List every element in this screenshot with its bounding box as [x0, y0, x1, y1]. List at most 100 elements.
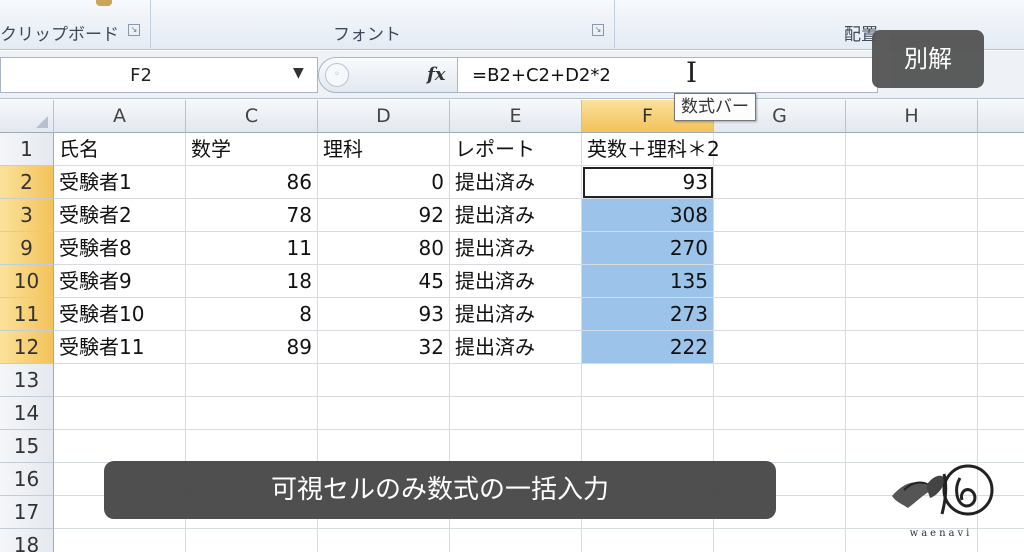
cell[interactable]: 92: [318, 199, 450, 232]
cell[interactable]: [978, 364, 1024, 397]
cell[interactable]: 273: [582, 298, 714, 331]
resize-handle-icon[interactable]: ◦: [325, 63, 349, 87]
cell[interactable]: [846, 397, 978, 430]
row-header[interactable]: 18: [0, 529, 54, 552]
cell[interactable]: [978, 232, 1024, 265]
select-all-corner[interactable]: [0, 100, 54, 133]
cell[interactable]: [846, 199, 978, 232]
cell[interactable]: [318, 397, 450, 430]
row-header[interactable]: 3: [0, 199, 54, 232]
cell[interactable]: [582, 430, 714, 463]
cell[interactable]: 80: [318, 232, 450, 265]
row-header[interactable]: 9: [0, 232, 54, 265]
name-box[interactable]: F2 ▼: [0, 57, 318, 93]
cell[interactable]: [714, 430, 846, 463]
cell[interactable]: [186, 397, 318, 430]
cell[interactable]: 提出済み: [450, 265, 582, 298]
insert-function-icon[interactable]: fx: [427, 64, 445, 85]
cell[interactable]: 222: [582, 331, 714, 364]
cell[interactable]: 86: [186, 166, 318, 199]
cell[interactable]: [978, 397, 1024, 430]
cell[interactable]: [582, 529, 714, 552]
cell[interactable]: [846, 298, 978, 331]
row-header[interactable]: 1: [0, 133, 54, 166]
cell[interactable]: [978, 133, 1024, 166]
column-header-e[interactable]: E: [450, 100, 582, 133]
cell[interactable]: 数学: [186, 133, 318, 166]
cell[interactable]: [318, 430, 450, 463]
row-header[interactable]: 15: [0, 430, 54, 463]
row-header[interactable]: 17: [0, 496, 54, 529]
cell[interactable]: [186, 364, 318, 397]
cell[interactable]: [450, 529, 582, 552]
cell[interactable]: [582, 364, 714, 397]
row-header[interactable]: 10: [0, 265, 54, 298]
cell[interactable]: [714, 529, 846, 552]
name-box-dropdown-icon[interactable]: ▼: [293, 65, 304, 81]
cell[interactable]: 18: [186, 265, 318, 298]
cell[interactable]: 提出済み: [450, 166, 582, 199]
cell[interactable]: [714, 133, 846, 166]
cell[interactable]: [714, 331, 846, 364]
column-header-c[interactable]: C: [186, 100, 318, 133]
row-header[interactable]: 16: [0, 463, 54, 496]
cell[interactable]: [714, 232, 846, 265]
cell[interactable]: [54, 364, 186, 397]
row-header[interactable]: 11: [0, 298, 54, 331]
cell[interactable]: 93: [318, 298, 450, 331]
cell[interactable]: 308: [582, 199, 714, 232]
cell[interactable]: 45: [318, 265, 450, 298]
cell[interactable]: [186, 529, 318, 552]
cell[interactable]: [846, 232, 978, 265]
cell[interactable]: [714, 364, 846, 397]
cell[interactable]: 270: [582, 232, 714, 265]
cell[interactable]: 32: [318, 331, 450, 364]
cell[interactable]: [54, 430, 186, 463]
cell[interactable]: 受験者10: [54, 298, 186, 331]
cell[interactable]: [714, 199, 846, 232]
cell[interactable]: [318, 529, 450, 552]
cell[interactable]: [714, 298, 846, 331]
cell[interactable]: [714, 166, 846, 199]
cell[interactable]: 理科: [318, 133, 450, 166]
cell[interactable]: [978, 166, 1024, 199]
cell[interactable]: 135: [582, 265, 714, 298]
cell[interactable]: [978, 199, 1024, 232]
cell[interactable]: 78: [186, 199, 318, 232]
cell[interactable]: 提出済み: [450, 298, 582, 331]
cell[interactable]: 受験者11: [54, 331, 186, 364]
cell[interactable]: 受験者8: [54, 232, 186, 265]
font-launcher-icon[interactable]: ↘: [592, 24, 604, 36]
cell[interactable]: 89: [186, 331, 318, 364]
cell[interactable]: [978, 331, 1024, 364]
cell[interactable]: レポート: [450, 133, 582, 166]
cell[interactable]: [978, 265, 1024, 298]
column-header-a[interactable]: A: [54, 100, 186, 133]
paste-icon[interactable]: [96, 0, 112, 6]
row-header[interactable]: 12: [0, 331, 54, 364]
cell[interactable]: [978, 298, 1024, 331]
column-header-h[interactable]: H: [846, 100, 978, 133]
active-cell[interactable]: 93: [582, 166, 714, 199]
cell[interactable]: [54, 529, 186, 552]
cell[interactable]: [54, 397, 186, 430]
cell[interactable]: 0: [318, 166, 450, 199]
cell[interactable]: 提出済み: [450, 199, 582, 232]
row-header[interactable]: 14: [0, 397, 54, 430]
cell[interactable]: 受験者2: [54, 199, 186, 232]
cell[interactable]: 提出済み: [450, 232, 582, 265]
cell[interactable]: 8: [186, 298, 318, 331]
cell[interactable]: 11: [186, 232, 318, 265]
cell[interactable]: [582, 397, 714, 430]
cell[interactable]: 氏名: [54, 133, 186, 166]
row-header[interactable]: 13: [0, 364, 54, 397]
cell[interactable]: [318, 364, 450, 397]
column-header-d[interactable]: D: [318, 100, 450, 133]
cell[interactable]: [450, 364, 582, 397]
cell[interactable]: [714, 265, 846, 298]
cell[interactable]: [450, 397, 582, 430]
cell[interactable]: [846, 331, 978, 364]
cell[interactable]: [186, 430, 318, 463]
cell[interactable]: [846, 364, 978, 397]
cell[interactable]: 提出済み: [450, 331, 582, 364]
